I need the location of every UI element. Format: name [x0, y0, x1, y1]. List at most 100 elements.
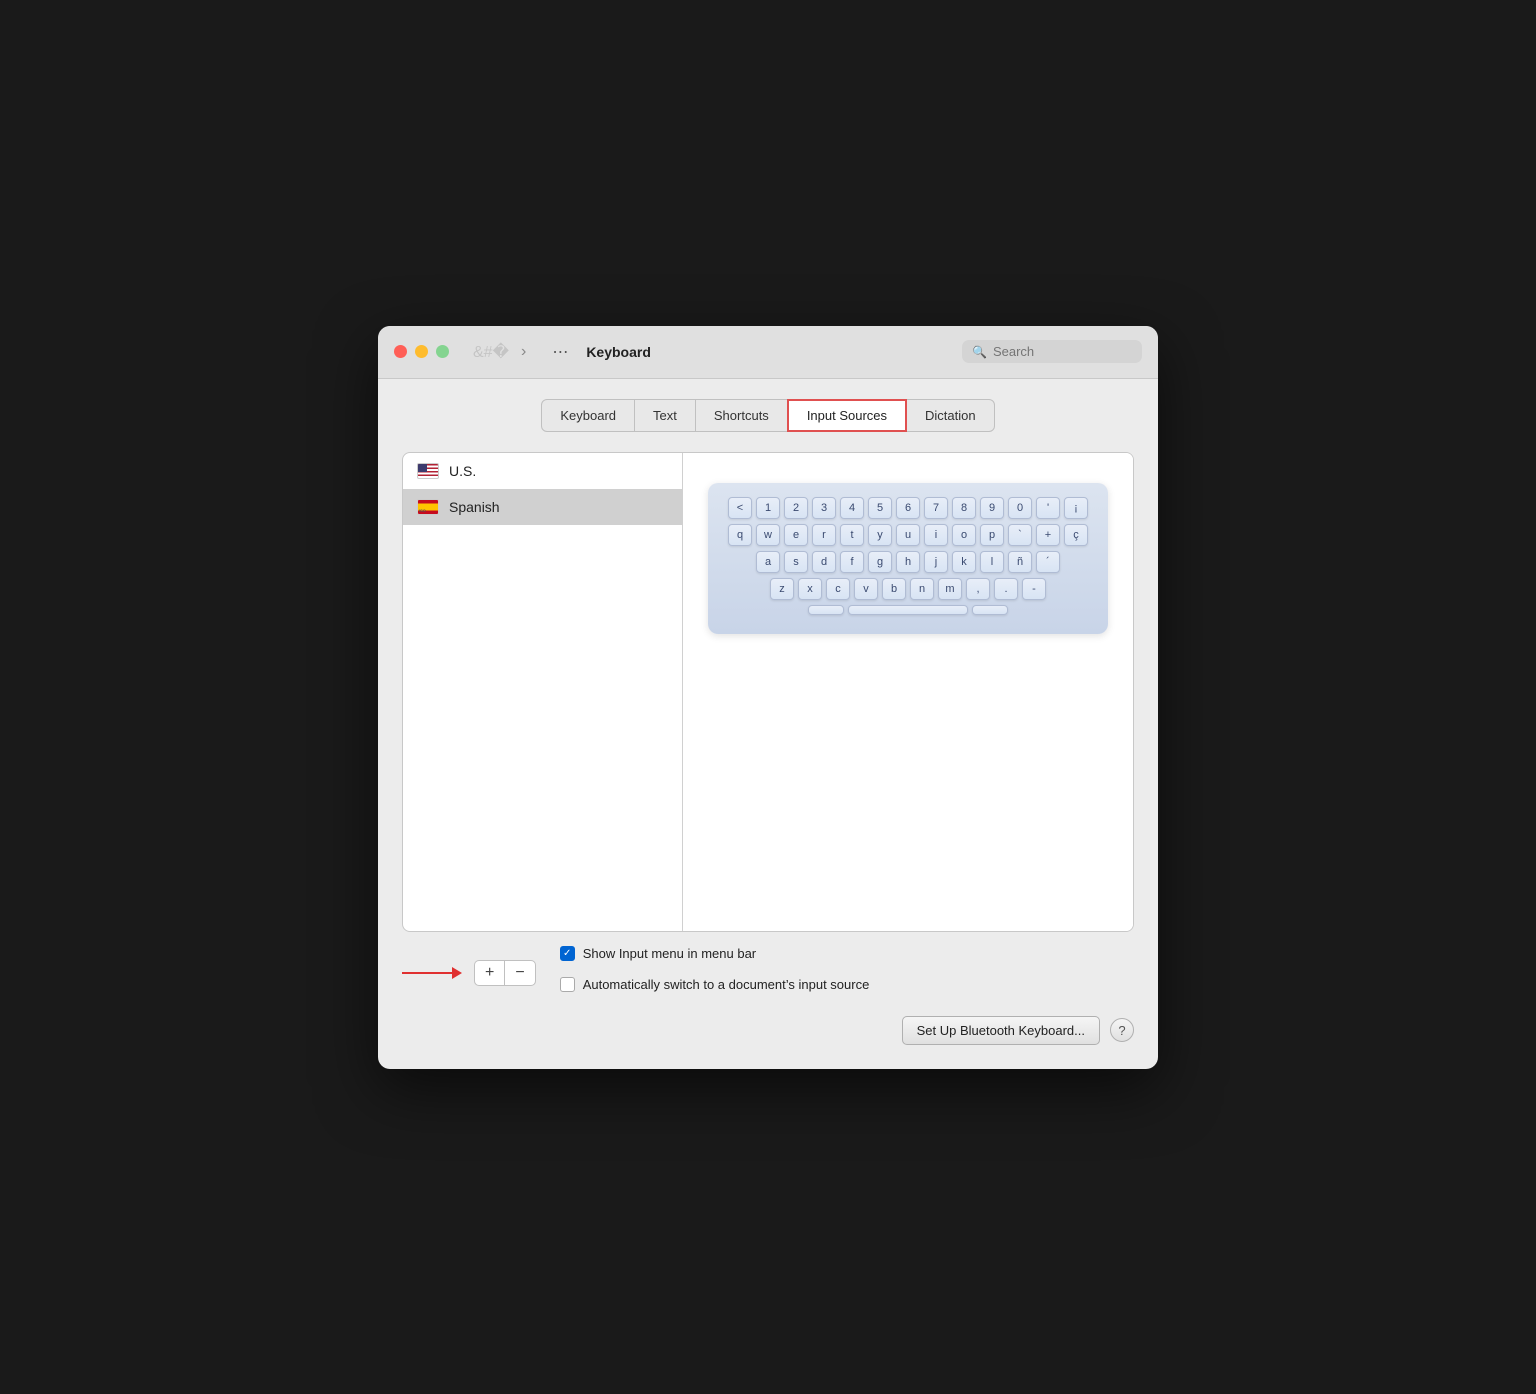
key-row-2: q w e r t y u i o p ` + ç [724, 524, 1092, 546]
tab-keyboard[interactable]: Keyboard [541, 399, 635, 432]
key-5: 5 [868, 497, 892, 519]
key-u: u [896, 524, 920, 546]
key-d: d [812, 551, 836, 573]
key-b: b [882, 578, 906, 600]
tab-text[interactable]: Text [634, 399, 696, 432]
key-e: e [784, 524, 808, 546]
traffic-lights [394, 345, 449, 358]
key-row-4: z x c v b n m , . - [724, 578, 1092, 600]
key-4: 4 [840, 497, 864, 519]
key-s: s [784, 551, 808, 573]
key-6: 6 [896, 497, 920, 519]
key-a: a [756, 551, 780, 573]
key-inverted-exclaim: ¡ [1064, 497, 1088, 519]
key-comma: , [966, 578, 990, 600]
arrow-indicator [402, 967, 462, 979]
sources-list: U.S. Spanish [403, 453, 683, 931]
key-h: h [896, 551, 920, 573]
add-remove-buttons: + − [474, 960, 536, 986]
tabs-bar: Keyboard Text Shortcuts Input Sources Di… [402, 399, 1134, 432]
key-g: g [868, 551, 892, 573]
key-fn [808, 605, 844, 615]
add-source-button[interactable]: + [474, 960, 504, 986]
key-l: l [980, 551, 1004, 573]
key-period: . [994, 578, 1018, 600]
key-8: 8 [952, 497, 976, 519]
source-spanish-label: Spanish [449, 499, 500, 515]
key-acute: ´ [1036, 551, 1060, 573]
show-input-menu-row: Show Input menu in menu bar [560, 946, 1134, 961]
key-k: k [952, 551, 976, 573]
key-j: j [924, 551, 948, 573]
key-7: 7 [924, 497, 948, 519]
key-n: n [910, 578, 934, 600]
key-z: z [770, 578, 794, 600]
apps-grid-button[interactable]: ⋯ [546, 340, 574, 364]
flag-us-icon [417, 463, 439, 479]
arrow-head [452, 967, 462, 979]
minimize-button[interactable] [415, 345, 428, 358]
key-cedilla: ç [1064, 524, 1088, 546]
help-button[interactable]: ? [1110, 1018, 1134, 1042]
tab-input-sources[interactable]: Input Sources [787, 399, 907, 432]
key-q: q [728, 524, 752, 546]
search-box[interactable]: 🔍 [962, 340, 1142, 363]
source-us[interactable]: U.S. [403, 453, 682, 489]
key-x: x [798, 578, 822, 600]
auto-switch-label: Automatically switch to a document’s inp… [583, 977, 870, 992]
tab-shortcuts[interactable]: Shortcuts [695, 399, 788, 432]
content-area: Keyboard Text Shortcuts Input Sources Di… [378, 379, 1158, 1069]
arrow-line [402, 972, 452, 974]
key-dash: - [1022, 578, 1046, 600]
key-m: m [938, 578, 962, 600]
key-f: f [840, 551, 864, 573]
key-lt: < [728, 497, 752, 519]
key-r: r [812, 524, 836, 546]
flag-es-icon [417, 499, 439, 515]
back-button[interactable]: &#� [469, 340, 513, 364]
auto-switch-row: Automatically switch to a document’s inp… [560, 977, 1134, 992]
source-us-label: U.S. [449, 463, 476, 479]
key-o: o [952, 524, 976, 546]
key-space [848, 605, 968, 615]
search-icon: 🔍 [972, 345, 987, 359]
keyboard-preview-area: < 1 2 3 4 5 6 7 8 9 0 ' ¡ [683, 453, 1133, 931]
key-9: 9 [980, 497, 1004, 519]
key-t: t [840, 524, 864, 546]
titlebar: &#� › ⋯ Keyboard 🔍 [378, 326, 1158, 379]
key-i: i [924, 524, 948, 546]
key-enye: ñ [1008, 551, 1032, 573]
key-right-mod [972, 605, 1008, 615]
key-p: p [980, 524, 1004, 546]
maximize-button[interactable] [436, 345, 449, 358]
main-panel: U.S. Spanish < 1 2 3 4 5 [402, 452, 1134, 932]
key-y: y [868, 524, 892, 546]
bluetooth-keyboard-button[interactable]: Set Up Bluetooth Keyboard... [902, 1016, 1100, 1045]
auto-switch-checkbox[interactable] [560, 977, 575, 992]
remove-source-button[interactable]: − [504, 960, 535, 986]
key-row-5 [724, 605, 1092, 615]
key-0: 0 [1008, 497, 1032, 519]
key-1: 1 [756, 497, 780, 519]
key-row-3: a s d f g h j k l ñ ´ [724, 551, 1092, 573]
navigation-buttons: &#� › [469, 340, 530, 364]
close-button[interactable] [394, 345, 407, 358]
key-w: w [756, 524, 780, 546]
show-input-menu-label: Show Input menu in menu bar [583, 946, 756, 961]
source-spanish[interactable]: Spanish [403, 489, 682, 525]
key-c: c [826, 578, 850, 600]
key-apostrophe: ' [1036, 497, 1060, 519]
tab-dictation[interactable]: Dictation [906, 399, 995, 432]
key-plus: + [1036, 524, 1060, 546]
window-title: Keyboard [586, 344, 950, 360]
keyboard-visual: < 1 2 3 4 5 6 7 8 9 0 ' ¡ [708, 483, 1108, 634]
show-input-menu-checkbox[interactable] [560, 946, 575, 961]
keyboard-preferences-window: &#� › ⋯ Keyboard 🔍 Keyboard Text Shortcu… [378, 326, 1158, 1069]
key-3: 3 [812, 497, 836, 519]
key-v: v [854, 578, 878, 600]
add-remove-row: + − Show Input menu in menu bar Automati… [402, 946, 1134, 1000]
forward-button[interactable]: › [517, 340, 530, 364]
key-backtick: ` [1008, 524, 1032, 546]
search-input[interactable] [993, 344, 1132, 359]
key-2: 2 [784, 497, 808, 519]
